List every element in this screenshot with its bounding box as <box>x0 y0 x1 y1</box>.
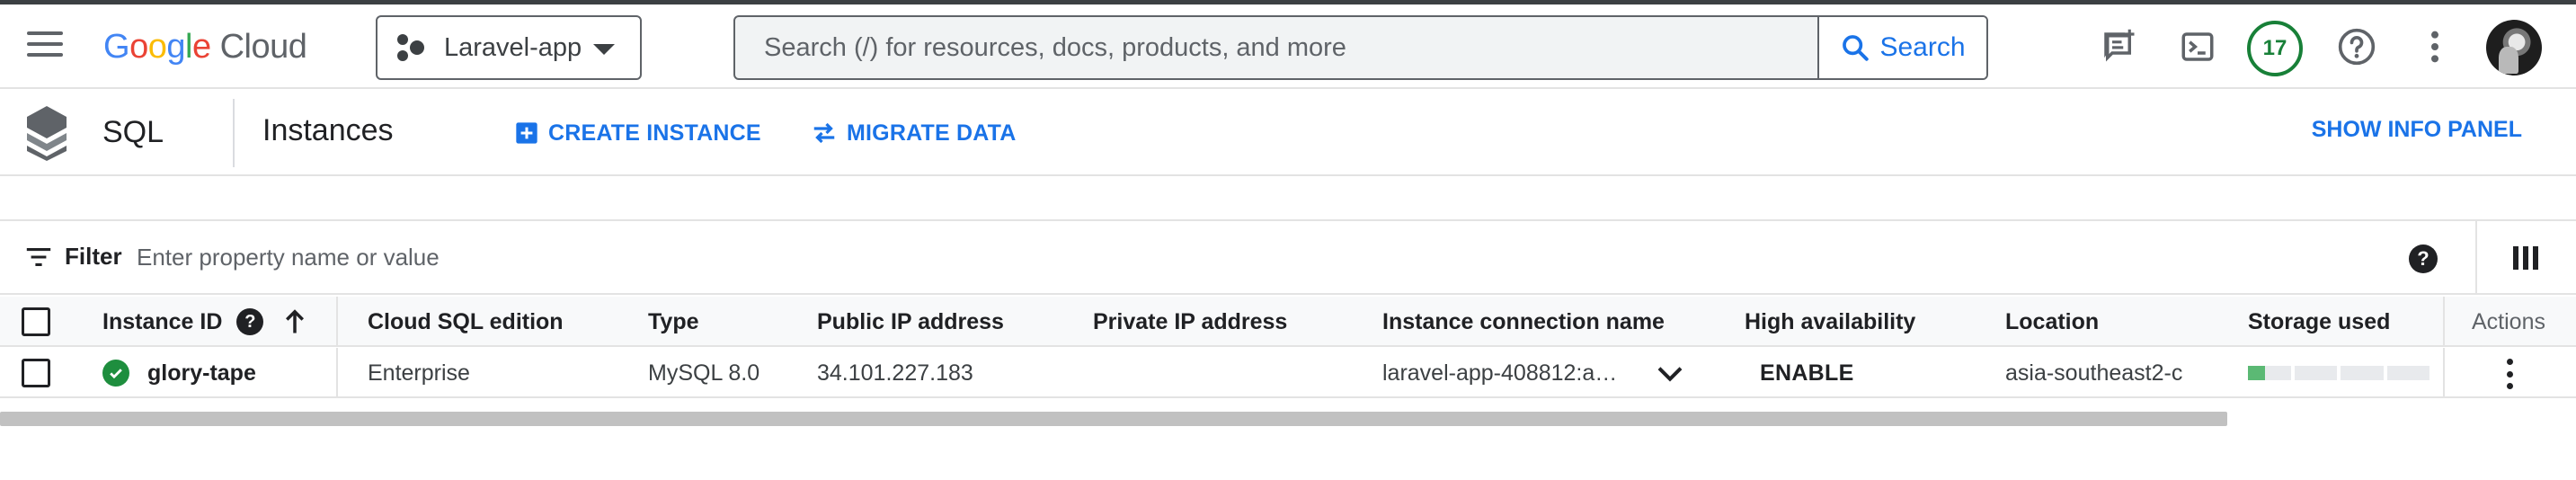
migrate-data-button[interactable]: MIGRATE DATA <box>811 117 1016 149</box>
column-header-connection-name[interactable]: Instance connection name <box>1382 297 1665 347</box>
column-header-actions: Actions <box>2472 308 2545 334</box>
help-icon[interactable] <box>2332 22 2381 71</box>
row-actions-more-icon[interactable] <box>2504 359 2515 389</box>
column-header-storage-used[interactable]: Storage used <box>2248 297 2390 347</box>
logo-letter: g <box>166 27 185 66</box>
logo-letter: l <box>184 27 192 66</box>
table-row: glory-tape Enterprise MySQL 8.0 34.101.2… <box>0 348 2576 398</box>
filter-label: Filter <box>65 243 122 270</box>
column-header-label: Instance ID <box>102 308 223 334</box>
table-header: Instance ID ? Cloud SQL edition Type Pub… <box>0 297 2576 347</box>
cloud-shell-icon[interactable] <box>2173 22 2222 71</box>
divider <box>2475 221 2477 295</box>
create-instance-label: CREATE INSTANCE <box>548 120 761 146</box>
search-button-label: Search <box>1879 32 1966 62</box>
filter-input[interactable] <box>137 237 1215 277</box>
instance-id-link[interactable]: glory-tape <box>147 360 256 387</box>
search-input[interactable] <box>735 17 1817 78</box>
enable-ha-button[interactable]: ENABLE <box>1760 360 1854 387</box>
logo-letter: o <box>147 27 167 66</box>
location-cell: asia-southeast2-c <box>2005 360 2183 386</box>
column-header-type[interactable]: Type <box>648 297 699 347</box>
project-picker[interactable]: Laravel-app <box>376 15 642 80</box>
logo-letter: G <box>103 27 130 66</box>
frozen-column-divider <box>336 297 338 347</box>
migrate-data-label: MIGRATE DATA <box>847 120 1017 146</box>
logo-letter: e <box>191 27 211 66</box>
add-box-icon <box>514 120 539 146</box>
filter-bar: Filter ? <box>0 221 2576 295</box>
show-info-panel-button[interactable]: SHOW INFO PANEL <box>2312 117 2522 143</box>
project-name: Laravel-app <box>444 32 582 62</box>
row-checkbox[interactable] <box>22 359 50 387</box>
high-availability-cell: ENABLE <box>1760 348 1854 398</box>
horizontal-scrollbar[interactable] <box>0 412 2227 426</box>
column-header-location[interactable]: Location <box>2005 297 2099 347</box>
storage-usage-bar <box>2248 366 2429 380</box>
logo-letter: o <box>129 27 148 66</box>
public-ip-cell: 34.101.227.183 <box>817 360 973 386</box>
chat-feedback-icon[interactable] <box>2094 22 2143 71</box>
instance-id-help-icon[interactable]: ? <box>236 308 264 335</box>
product-title: SQL <box>102 115 164 149</box>
search-icon <box>1843 35 1870 61</box>
column-header-public-ip[interactable]: Public IP address <box>817 297 1004 347</box>
column-header-instance-id[interactable]: Instance ID ? <box>102 297 306 347</box>
create-instance-button[interactable]: CREATE INSTANCE <box>514 117 761 149</box>
connection-name-cell: laravel-app-408812:a… <box>1382 360 1618 386</box>
menu-icon[interactable] <box>27 31 63 62</box>
chevron-down-icon[interactable] <box>1656 360 1684 390</box>
actions-column-divider <box>2443 348 2445 398</box>
column-header-private-ip[interactable]: Private IP address <box>1093 297 1287 347</box>
filter-icon <box>26 247 51 266</box>
divider <box>233 99 235 167</box>
column-display-icon[interactable] <box>2513 246 2538 270</box>
top-header: Google Cloud Laravel-app Search 17 <box>0 4 2576 89</box>
product-subheader: SQL Instances CREATE INSTANCE MIGRATE DA… <box>0 90 2576 176</box>
check-circle-icon <box>102 360 129 387</box>
edition-cell: Enterprise <box>368 360 470 386</box>
filter-button[interactable]: Filter <box>25 243 122 271</box>
google-cloud-logo[interactable]: Google Cloud <box>103 24 307 69</box>
arrow-up-icon[interactable] <box>283 308 306 335</box>
more-vert-icon[interactable] <box>2411 22 2459 71</box>
logo-cloud-text: Cloud <box>219 27 307 66</box>
page-title: Instances <box>262 113 394 147</box>
column-header-high-availability[interactable]: High availability <box>1745 297 1915 347</box>
search-button[interactable]: Search <box>1817 17 1986 78</box>
instance-id-cell: glory-tape <box>102 348 256 398</box>
type-cell: MySQL 8.0 <box>648 360 760 386</box>
filter-help-icon[interactable]: ? <box>2409 244 2438 273</box>
project-icon <box>397 32 428 63</box>
chevron-down-icon <box>593 44 615 55</box>
column-header-edition[interactable]: Cloud SQL edition <box>368 297 564 347</box>
search-bar: Search <box>733 15 1988 80</box>
swap-arrows-icon <box>811 120 838 147</box>
storage-used-cell <box>2248 348 2429 398</box>
actions-column-divider <box>2443 297 2445 347</box>
frozen-column-divider <box>336 348 338 398</box>
select-all-checkbox[interactable] <box>22 307 50 336</box>
sql-product-icon <box>27 106 67 161</box>
avatar[interactable] <box>2486 20 2542 76</box>
notifications-badge[interactable]: 17 <box>2247 21 2303 76</box>
